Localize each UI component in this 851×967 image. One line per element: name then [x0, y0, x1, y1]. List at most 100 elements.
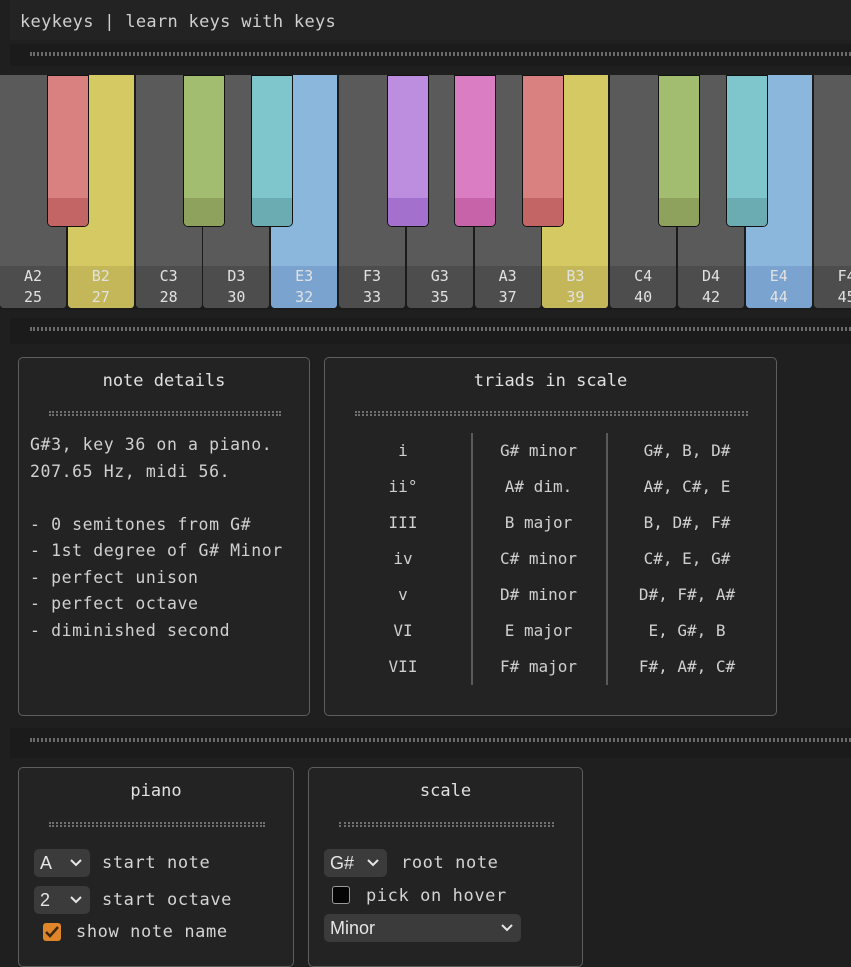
key-note-name: C3	[159, 267, 178, 285]
triads-title: triads in scale	[473, 371, 628, 391]
triads-divider	[606, 433, 608, 685]
bottom-separator-band	[10, 728, 851, 758]
key-note-name: E3	[295, 267, 314, 285]
show-note-name-checkbox[interactable]	[43, 923, 61, 941]
black-key[interactable]	[387, 75, 429, 227]
triad-numeral: v	[398, 585, 408, 604]
black-key[interactable]	[522, 75, 564, 227]
start-note-select[interactable]: A	[34, 849, 90, 877]
key-number: 33	[362, 288, 382, 306]
top-separator	[30, 52, 851, 56]
check-icon	[45, 926, 59, 938]
key-note-name: B2	[91, 267, 110, 285]
chevron-down-icon	[70, 849, 82, 887]
key-number: 28	[159, 288, 178, 306]
triad-notes: D#, F#, A#	[638, 585, 736, 604]
piano-settings-panel: piano A start note 2 start octave show n…	[18, 767, 294, 967]
triad-name: B major	[504, 513, 573, 532]
black-key-shade	[184, 198, 224, 226]
triad-name: E major	[504, 621, 573, 640]
key-note-name: E4	[769, 267, 788, 285]
key-number: 45	[837, 288, 851, 306]
triad-notes: A#, C#, E	[643, 477, 731, 496]
triads-numeral-column: i ii° III iv v VI VII	[363, 438, 443, 690]
white-key-label: E4 44	[745, 266, 812, 308]
scale-settings-separator	[339, 822, 554, 827]
scale-type-value: Minor	[330, 918, 376, 938]
triad-numeral: i	[398, 441, 408, 460]
chevron-down-icon	[70, 886, 82, 924]
triad-notes: E, G#, B	[648, 621, 726, 640]
black-key[interactable]	[251, 75, 293, 227]
key-note-name: G3	[430, 267, 449, 285]
triad-notes: B, D#, F#	[643, 513, 731, 532]
key-number: 27	[91, 288, 110, 306]
key-number: 39	[566, 288, 585, 306]
key-number: 30	[227, 288, 246, 306]
triads-panel: triads in scale i ii° III iv v VI VII G# minor…	[324, 357, 777, 716]
white-key-label: A2 25	[0, 266, 66, 308]
start-note-label: start note	[102, 853, 211, 873]
black-key[interactable]	[726, 75, 768, 227]
triad-notes: F#, A#, C#	[638, 657, 736, 676]
note-details-separator	[49, 411, 281, 416]
triad-notes: C#, E, G#	[643, 549, 731, 568]
black-key[interactable]	[183, 75, 225, 227]
title-bar: keykeys | learn keys with keys	[10, 0, 851, 40]
start-note-value: A	[40, 853, 53, 873]
triad-notes: G#, B, D#	[643, 441, 731, 460]
black-key-shade	[523, 198, 563, 226]
triads-notes-column: G#, B, D# A#, C#, E B, D#, F# C#, E, G# D#, …	[612, 438, 762, 690]
key-number: 37	[498, 288, 517, 306]
key-number: 25	[23, 288, 43, 306]
triad-name: D# minor	[499, 585, 578, 604]
root-note-select[interactable]: G#	[324, 849, 387, 877]
triad-numeral: VII	[388, 657, 418, 676]
piano-settings-separator	[49, 822, 265, 827]
key-note-name: F4	[837, 267, 851, 285]
note-details-text: G#3, key 36 on a piano. 207.65 Hz, midi …	[30, 435, 283, 640]
black-key[interactable]	[454, 75, 496, 227]
scale-type-select[interactable]: Minor	[324, 914, 521, 942]
triad-numeral: VI	[393, 621, 413, 640]
black-key-shade	[659, 198, 699, 226]
key-number: 32	[295, 288, 314, 306]
triad-name: G# minor	[499, 441, 578, 460]
key-note-name: D4	[701, 267, 721, 285]
key-number: 42	[701, 288, 721, 306]
white-key[interactable]: F445	[813, 75, 851, 308]
triads-name-column: G# minor A# dim. B major C# minor D# minor E …	[475, 438, 602, 690]
key-note-name: A2	[23, 267, 43, 285]
start-octave-label: start octave	[102, 890, 233, 910]
triads-divider	[471, 433, 473, 685]
white-key-label: D4 42	[678, 266, 744, 308]
piano-keyboard[interactable]: A2 25 B2 27 C3 28 D3 30 E3 32 F3 33 G3 35 A3 37 B3 39 C4 40…	[0, 75, 851, 310]
key-number: 40	[634, 288, 653, 306]
white-key-label: D3 30	[203, 266, 270, 308]
key-note-name: B3	[566, 267, 585, 285]
key-note-name: C4	[634, 267, 653, 285]
mid-separator	[30, 327, 851, 331]
scale-settings-panel: scale G# root note pick on hover Minor	[308, 767, 583, 967]
root-note-value: G#	[330, 853, 355, 873]
black-key-shade	[48, 198, 88, 226]
black-key-shade	[252, 198, 292, 226]
key-note-name: A3	[498, 267, 517, 285]
pick-on-hover-checkbox[interactable]	[332, 886, 350, 904]
key-note-name: D3	[227, 267, 246, 285]
black-key[interactable]	[658, 75, 700, 227]
piano-settings-title: piano	[130, 781, 182, 801]
pick-on-hover-label: pick on hover	[366, 886, 507, 906]
white-key-label: C4 40	[610, 266, 677, 308]
white-key-label: C3 28	[135, 266, 202, 308]
show-note-name-label: show note name	[76, 922, 228, 942]
app-title: keykeys | learn keys with keys	[20, 12, 337, 32]
white-key-label: G3 35	[406, 266, 473, 308]
white-key-label: B2 27	[67, 266, 134, 308]
triads-separator	[355, 411, 748, 416]
black-key[interactable]	[47, 75, 89, 227]
note-details-title: note details	[102, 371, 226, 391]
mid-separator-band	[10, 318, 851, 344]
start-octave-select[interactable]: 2	[34, 886, 90, 914]
bottom-separator	[30, 738, 851, 742]
